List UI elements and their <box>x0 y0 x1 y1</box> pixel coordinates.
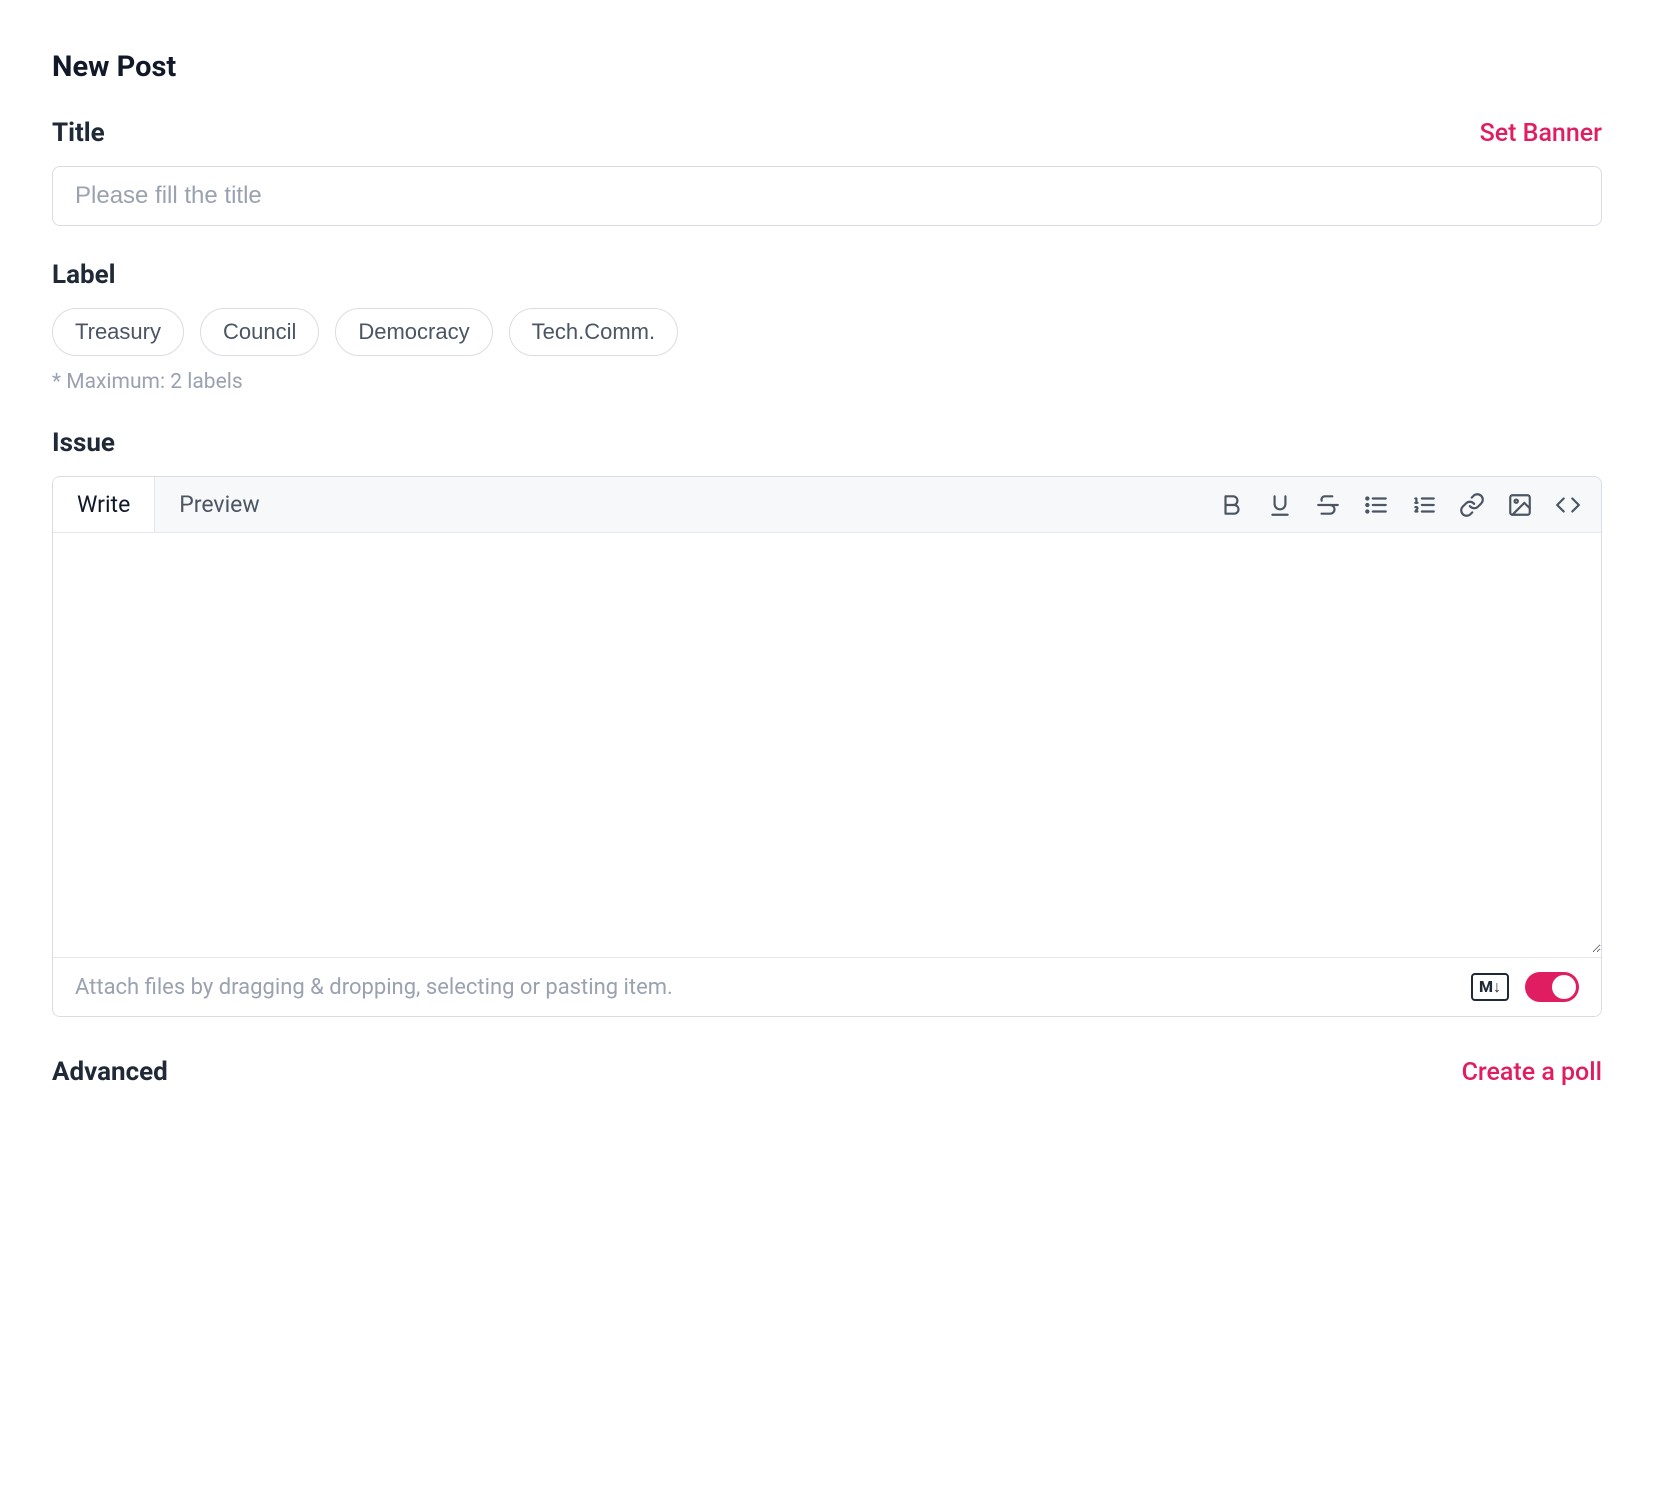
bullet-list-icon[interactable] <box>1363 492 1389 518</box>
title-section: Title Set Banner <box>52 118 1602 226</box>
ordered-list-icon[interactable] <box>1411 492 1437 518</box>
title-input[interactable] <box>52 166 1602 226</box>
markdown-badge-icon[interactable]: M↓ <box>1471 973 1509 1001</box>
issue-editor: Write Preview <box>52 476 1602 1017</box>
label-option-council[interactable]: Council <box>200 308 319 356</box>
label-option-techcomm[interactable]: Tech.Comm. <box>509 308 678 356</box>
issue-label: Issue <box>52 428 115 458</box>
issue-textarea[interactable] <box>53 533 1601 953</box>
code-icon[interactable] <box>1555 492 1581 518</box>
attach-hint[interactable]: Attach files by dragging & dropping, sel… <box>75 975 673 1000</box>
advanced-label: Advanced <box>52 1057 168 1087</box>
link-icon[interactable] <box>1459 492 1485 518</box>
image-icon[interactable] <box>1507 492 1533 518</box>
markdown-toggle[interactable] <box>1525 972 1579 1002</box>
label-option-democracy[interactable]: Democracy <box>335 308 492 356</box>
bold-icon[interactable] <box>1219 492 1245 518</box>
label-label: Label <box>52 260 116 290</box>
issue-section: Issue Write Preview <box>52 428 1602 1017</box>
editor-body <box>53 533 1601 957</box>
set-banner-link[interactable]: Set Banner <box>1480 119 1602 148</box>
editor-footer: Attach files by dragging & dropping, sel… <box>53 957 1601 1016</box>
tab-preview[interactable]: Preview <box>155 477 283 532</box>
tab-write[interactable]: Write <box>53 477 155 532</box>
editor-toolbar: Write Preview <box>53 477 1601 533</box>
create-poll-link[interactable]: Create a poll <box>1462 1058 1602 1087</box>
title-label: Title <box>52 118 105 148</box>
label-section: Label Treasury Council Democracy Tech.Co… <box>52 260 1602 394</box>
toggle-knob <box>1552 975 1576 999</box>
label-hint: * Maximum: 2 labels <box>52 370 1602 394</box>
strikethrough-icon[interactable] <box>1315 492 1341 518</box>
advanced-section: Advanced Create a poll <box>52 1057 1602 1087</box>
underline-icon[interactable] <box>1267 492 1293 518</box>
label-option-treasury[interactable]: Treasury <box>52 308 184 356</box>
page-title: New Post <box>52 50 1602 84</box>
